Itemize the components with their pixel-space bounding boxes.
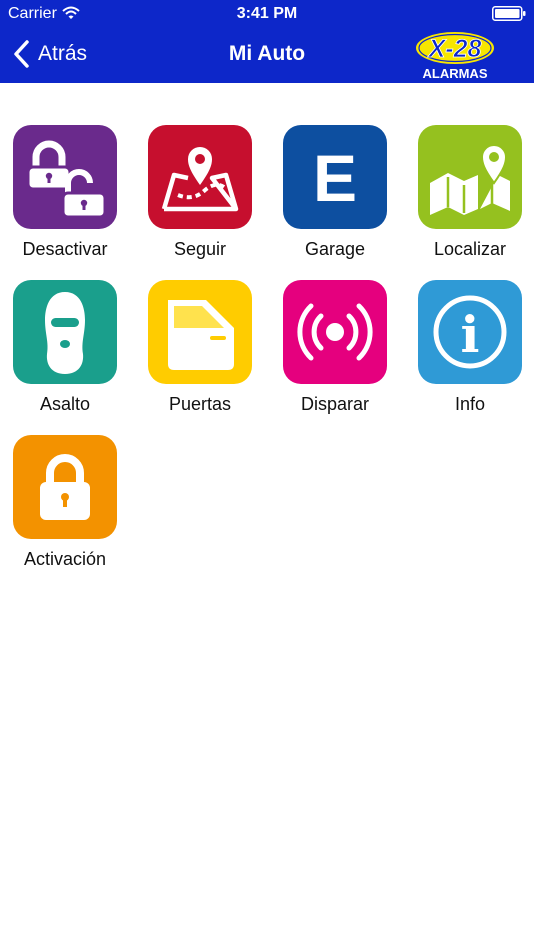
- activacion-icon-bg: [13, 435, 117, 539]
- broadcast-icon: [297, 303, 373, 361]
- padlock-icon: [40, 454, 90, 520]
- tile-puertas[interactable]: Puertas: [148, 280, 252, 415]
- tile-label: Seguir: [173, 239, 227, 259]
- garage-icon-bg: E: [283, 125, 387, 229]
- tile-garage[interactable]: E Garage: [283, 125, 387, 260]
- tile-label: Puertas: [168, 394, 232, 414]
- disparar-icon-bg: [283, 280, 387, 384]
- info-glyph: i: [461, 305, 480, 364]
- tile-seguir[interactable]: Seguir: [148, 125, 252, 260]
- tile-label: Activación: [23, 549, 107, 569]
- tile-label: Info: [454, 394, 486, 414]
- info-icon-bg: i: [418, 280, 522, 384]
- asalto-icon-bg: [13, 280, 117, 384]
- tile-label: Disparar: [300, 394, 370, 414]
- garage-e-icon: E: [313, 141, 357, 215]
- feature-grid: Desactivar Seguir E Garage Localizar Asa…: [0, 0, 534, 950]
- balaclava-icon: [45, 292, 85, 374]
- tile-asalto[interactable]: Asalto: [13, 280, 117, 415]
- tile-label: Asalto: [39, 394, 91, 414]
- localizar-icon-bg: [418, 125, 522, 229]
- tile-label: Localizar: [433, 239, 507, 259]
- tile-label: Garage: [304, 239, 366, 259]
- puertas-icon-bg: [148, 280, 252, 384]
- route-map-icon: [161, 147, 239, 212]
- desactivar-icon-bg: [13, 125, 117, 229]
- location-map-icon: [430, 144, 510, 215]
- tile-desactivar[interactable]: Desactivar: [13, 125, 117, 260]
- tile-activacion[interactable]: Activación: [13, 435, 117, 570]
- garage-glyph: E: [313, 141, 357, 215]
- car-door-icon: [168, 300, 234, 370]
- seguir-icon-bg: [148, 125, 252, 229]
- tile-localizar[interactable]: Localizar: [418, 125, 522, 260]
- tile-info[interactable]: i Info: [418, 280, 522, 415]
- tile-label: Desactivar: [22, 239, 108, 259]
- tile-disparar[interactable]: Disparar: [283, 280, 387, 415]
- info-icon: i: [433, 295, 507, 369]
- two-padlocks-icon: [26, 140, 107, 219]
